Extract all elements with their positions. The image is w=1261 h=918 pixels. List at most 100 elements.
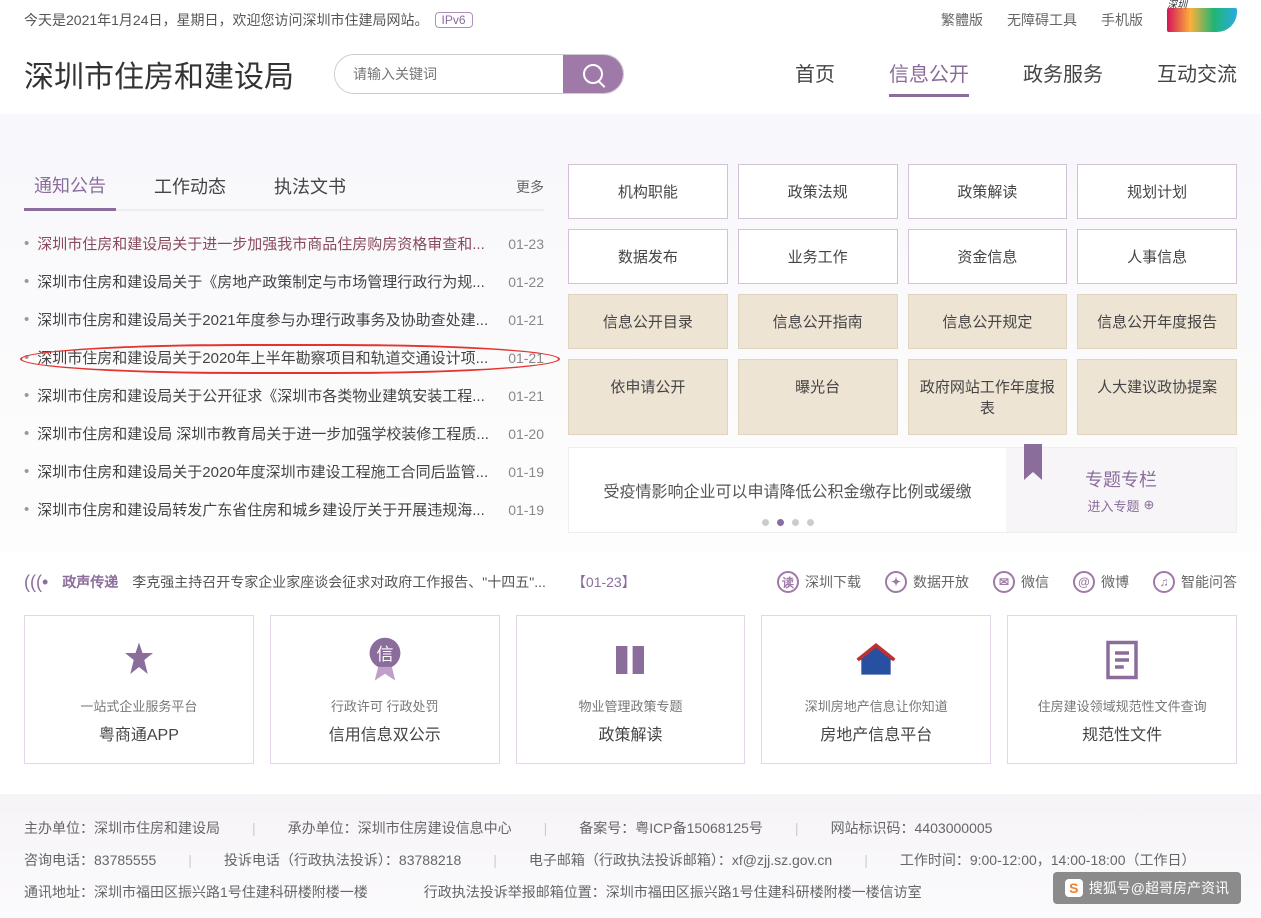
book-icon — [606, 636, 654, 684]
cat-catalog[interactable]: 信息公开目录 — [568, 294, 728, 349]
card-sub: 物业管理政策专题 — [527, 696, 735, 715]
headset-icon: ♫ — [1153, 571, 1175, 593]
news-date: 01-23 — [508, 236, 544, 252]
nav-service[interactable]: 政务服务 — [1023, 58, 1103, 91]
card-credit[interactable]: 信 行政许可 行政处罚 信用信息双公示 — [270, 615, 500, 764]
news-date: 01-21 — [508, 388, 544, 404]
search-input[interactable] — [335, 55, 563, 93]
broadcast-icon: (((• — [24, 572, 48, 593]
ql-weibo[interactable]: @微博 — [1073, 571, 1129, 593]
ql-opendata[interactable]: ✦数据开放 — [885, 571, 969, 593]
ipv6-badge[interactable]: IPv6 — [435, 12, 473, 28]
cat-policy[interactable]: 政策法规 — [738, 164, 898, 219]
card-norms[interactable]: 住房建设领域规范性文件查询 规范性文件 — [1007, 615, 1237, 764]
news-item[interactable]: 深圳市住房和建设局关于2020年上半年勘察项目和轨道交通设计项... 01-21 — [24, 339, 544, 377]
document-icon — [1098, 636, 1146, 684]
dot[interactable] — [777, 519, 784, 526]
svg-text:信: 信 — [376, 644, 393, 664]
search-button[interactable] — [563, 55, 623, 93]
traditional-link[interactable]: 繁體版 — [941, 10, 983, 30]
news-item[interactable]: 深圳市住房和建设局关于2021年度参与办理行政事务及协助查处建...01-21 — [24, 301, 544, 339]
banner-slide[interactable]: 受疫情影响企业可以申请降低公积金缴存比例或缓缴 — [569, 448, 1006, 532]
site-title: 深圳市住房和建设局 — [24, 52, 294, 96]
news-title: 深圳市住房和建设局关于2020年上半年勘察项目和轨道交通设计项... — [37, 347, 488, 368]
service-cards: 一站式企业服务平台 粤商通APP 信 行政许可 行政处罚 信用信息双公示 物业管… — [0, 611, 1261, 794]
nav-info[interactable]: 信息公开 — [889, 58, 969, 91]
topbar-right: 繁體版 无障碍工具 手机版 — [941, 8, 1237, 32]
quick-links: 读深圳下载 ✦数据开放 ✉微信 @微博 ♫智能问答 — [777, 571, 1237, 593]
card-sub: 一站式企业服务平台 — [35, 696, 243, 715]
cat-work[interactable]: 业务工作 — [738, 229, 898, 284]
cat-data[interactable]: 数据发布 — [568, 229, 728, 284]
shenzhen-logo — [1167, 8, 1237, 32]
news-title: 深圳市住房和建设局关于公开征求《深圳市各类物业建筑安装工程... — [37, 385, 485, 406]
footer-icp[interactable]: 备案号：粤ICP备15068125号 — [579, 818, 763, 838]
footer-org: 承办单位：深圳市住房建设信息中心 — [288, 818, 512, 838]
cat-proposal[interactable]: 人大建议政协提案 — [1077, 359, 1237, 435]
cat-interpret[interactable]: 政策解读 — [908, 164, 1068, 219]
footer-complaint: 投诉电话（行政执法投诉）：83788218 — [224, 850, 461, 870]
search-box — [334, 54, 624, 94]
card-yueshangtong[interactable]: 一站式企业服务平台 粤商通APP — [24, 615, 254, 764]
news-date: 01-20 — [508, 426, 544, 442]
main-nav: 首页 信息公开 政务服务 互动交流 — [795, 58, 1237, 91]
ticker-date: 【01-23】 — [572, 572, 636, 592]
cat-annual[interactable]: 信息公开年度报告 — [1077, 294, 1237, 349]
ql-wechat[interactable]: ✉微信 — [993, 571, 1049, 593]
news-item[interactable]: 深圳市住房和建设局关于2020年度深圳市建设工程施工合同后监管...01-19 — [24, 453, 544, 491]
dot[interactable] — [807, 519, 814, 526]
news-title: 深圳市住房和建设局关于2020年度深圳市建设工程施工合同后监管... — [37, 461, 488, 482]
cat-rules[interactable]: 信息公开规定 — [908, 294, 1068, 349]
category-grid: 机构职能 政策法规 政策解读 规划计划 数据发布 业务工作 资金信息 人事信息 … — [568, 164, 1237, 533]
footer: 主办单位：深圳市住房和建设局| 承办单位：深圳市住房建设信息中心| 备案号：粤I… — [0, 794, 1261, 918]
news-date: 01-21 — [508, 350, 544, 366]
news-date: 01-19 — [508, 502, 544, 518]
news-item[interactable]: 深圳市住房和建设局转发广东省住房和城乡建设厅关于开展违规海...01-19 — [24, 491, 544, 529]
medal-icon: 信 — [361, 636, 409, 684]
news-item[interactable]: 深圳市住房和建设局关于《房地产政策制定与市场管理行政行为规...01-22 — [24, 263, 544, 301]
mobile-link[interactable]: 手机版 — [1101, 10, 1143, 30]
news-item[interactable]: 深圳市住房和建设局 深圳市教育局关于进一步加强学校装修工程质...01-20 — [24, 415, 544, 453]
special-banner: 受疫情影响企业可以申请降低公积金缴存比例或缓缴 专题专栏 进入专题 — [568, 447, 1237, 533]
footer-phone: 咨询电话：83785555 — [24, 850, 156, 870]
cat-apply[interactable]: 依申请公开 — [568, 359, 728, 435]
card-title: 粤商通APP — [35, 721, 243, 745]
footer-worktime: 工作时间：9:00-12:00，14:00-18:00（工作日） — [900, 850, 1196, 870]
footer-host: 主办单位：深圳市住房和建设局 — [24, 818, 220, 838]
cat-org[interactable]: 机构职能 — [568, 164, 728, 219]
cat-exposure[interactable]: 曝光台 — [738, 359, 898, 435]
cat-fund[interactable]: 资金信息 — [908, 229, 1068, 284]
nav-home[interactable]: 首页 — [795, 58, 835, 91]
special-column[interactable]: 专题专栏 进入专题 — [1006, 448, 1236, 532]
cat-plan[interactable]: 规划计划 — [1077, 164, 1237, 219]
ql-download[interactable]: 读深圳下载 — [777, 571, 861, 593]
cat-guide[interactable]: 信息公开指南 — [738, 294, 898, 349]
enter-special-link[interactable]: 进入专题 — [1088, 496, 1155, 515]
dot[interactable] — [762, 519, 769, 526]
ticker-text[interactable]: 李克强主持召开专家企业家座谈会征求对政府工作报告、"十四五"... — [132, 572, 546, 592]
carousel-dots — [762, 519, 814, 526]
card-sub: 深圳房地产信息让你知道 — [772, 696, 980, 715]
card-property[interactable]: 物业管理政策专题 政策解读 — [516, 615, 746, 764]
tab-law[interactable]: 执法文书 — [264, 165, 356, 209]
nav-interact[interactable]: 互动交流 — [1157, 58, 1237, 91]
cat-govreport[interactable]: 政府网站工作年度报表 — [908, 359, 1068, 435]
tab-notice[interactable]: 通知公告 — [24, 164, 116, 211]
card-title: 政策解读 — [527, 721, 735, 745]
today-date: 今天是2021年1月24日，星期日，欢迎您访问深圳市住建局网站。 — [24, 10, 429, 30]
card-title: 房地产信息平台 — [772, 721, 980, 745]
footer-sitecode: 网站标识码：4403000005 — [831, 818, 993, 838]
tab-work[interactable]: 工作动态 — [144, 165, 236, 209]
news-more[interactable]: 更多 — [516, 177, 544, 197]
news-item[interactable]: 深圳市住房和建设局关于进一步加强我市商品住房购房资格审查和...01-23 — [24, 225, 544, 263]
footer-address: 通讯地址：深圳市福田区振兴路1号住建科研楼附楼一楼 — [24, 882, 368, 902]
dot[interactable] — [792, 519, 799, 526]
ql-qa[interactable]: ♫智能问答 — [1153, 571, 1237, 593]
news-item[interactable]: 深圳市住房和建设局关于公开征求《深圳市各类物业建筑安装工程... 01-21 — [24, 377, 544, 415]
card-realestate[interactable]: 深圳房地产信息让你知道 房地产信息平台 — [761, 615, 991, 764]
accessibility-link[interactable]: 无障碍工具 — [1007, 10, 1077, 30]
cat-hr[interactable]: 人事信息 — [1077, 229, 1237, 284]
footer-report: 行政执法投诉举报邮箱位置：深圳市福田区振兴路1号住建科研楼附楼一楼信访室 — [424, 882, 922, 902]
news-date: 01-22 — [508, 274, 544, 290]
header: 深圳市住房和建设局 首页 信息公开 政务服务 互动交流 — [0, 40, 1261, 114]
